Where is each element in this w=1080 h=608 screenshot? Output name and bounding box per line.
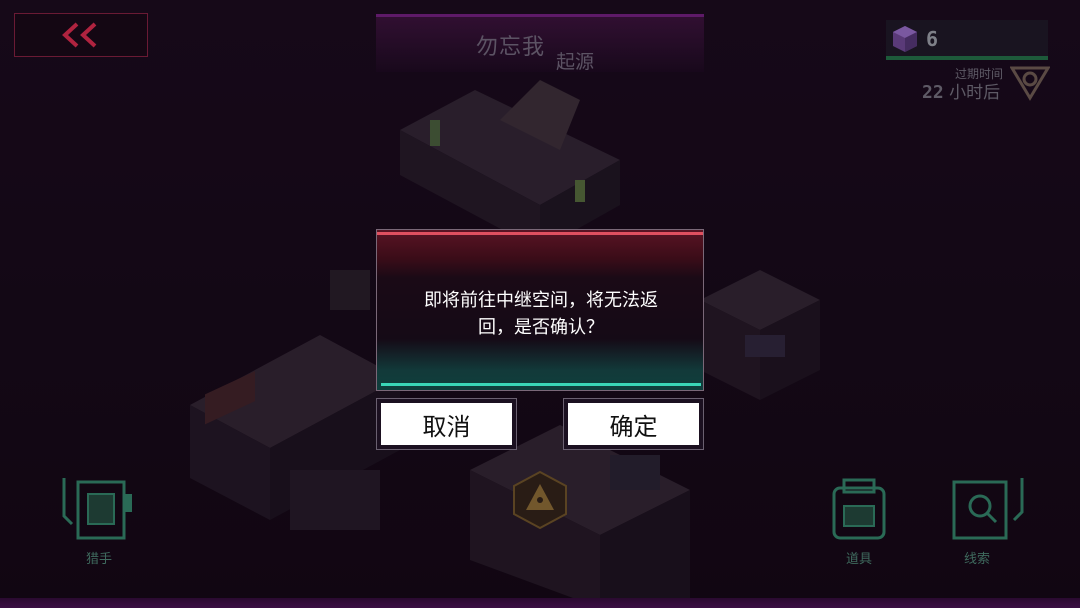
items-tool-label: 道具 xyxy=(846,552,873,567)
confirm-button-label: 确定 xyxy=(568,403,699,445)
hacker-tool-label: 猎手 xyxy=(86,552,113,567)
dialog-message-line-2: 回，是否确认？ xyxy=(478,317,604,338)
backpack-icon xyxy=(832,478,886,540)
page-subtitle: 起源 xyxy=(556,51,595,73)
clue-device-icon xyxy=(952,478,1024,540)
page-title-panel: 勿忘我 起源 xyxy=(376,14,704,73)
items-tool-button[interactable]: 道具 xyxy=(824,472,894,568)
hacker-tool-button[interactable]: 猎手 xyxy=(58,472,142,568)
currency-counter: 6 xyxy=(886,20,1048,60)
clues-tool-label: 线索 xyxy=(964,552,991,567)
currency-count: 6 xyxy=(926,27,939,51)
bottom-glow-bar xyxy=(0,598,1080,608)
cancel-button-label: 取消 xyxy=(381,403,512,445)
phone-device-icon xyxy=(62,478,132,540)
triangle-emblem-icon xyxy=(1010,66,1050,101)
dialog-top-accent xyxy=(377,232,703,235)
clues-tool-button[interactable]: 线索 xyxy=(946,472,1030,568)
dialog-bottom-accent xyxy=(381,383,701,386)
dialog-message-line-1: 即将前往中继空间，将无法返 xyxy=(424,290,658,311)
confirm-button[interactable]: 确定 xyxy=(563,398,704,450)
expire-number: 22 xyxy=(922,82,944,103)
expire-unit: 小时后 xyxy=(949,83,1001,103)
cancel-button[interactable]: 取消 xyxy=(376,398,517,450)
cube-gem-icon xyxy=(893,26,917,52)
dialog-message: 即将前往中继空间，将无法返 回，是否确认？ xyxy=(397,287,685,341)
confirm-dialog: 即将前往中继空间，将无法返 回，是否确认？ xyxy=(376,229,704,391)
expire-value: 22 小时后 xyxy=(922,78,1000,103)
double-chevron-left-icon xyxy=(62,22,97,48)
back-button[interactable] xyxy=(14,13,148,57)
page-title: 勿忘我 xyxy=(476,35,546,60)
